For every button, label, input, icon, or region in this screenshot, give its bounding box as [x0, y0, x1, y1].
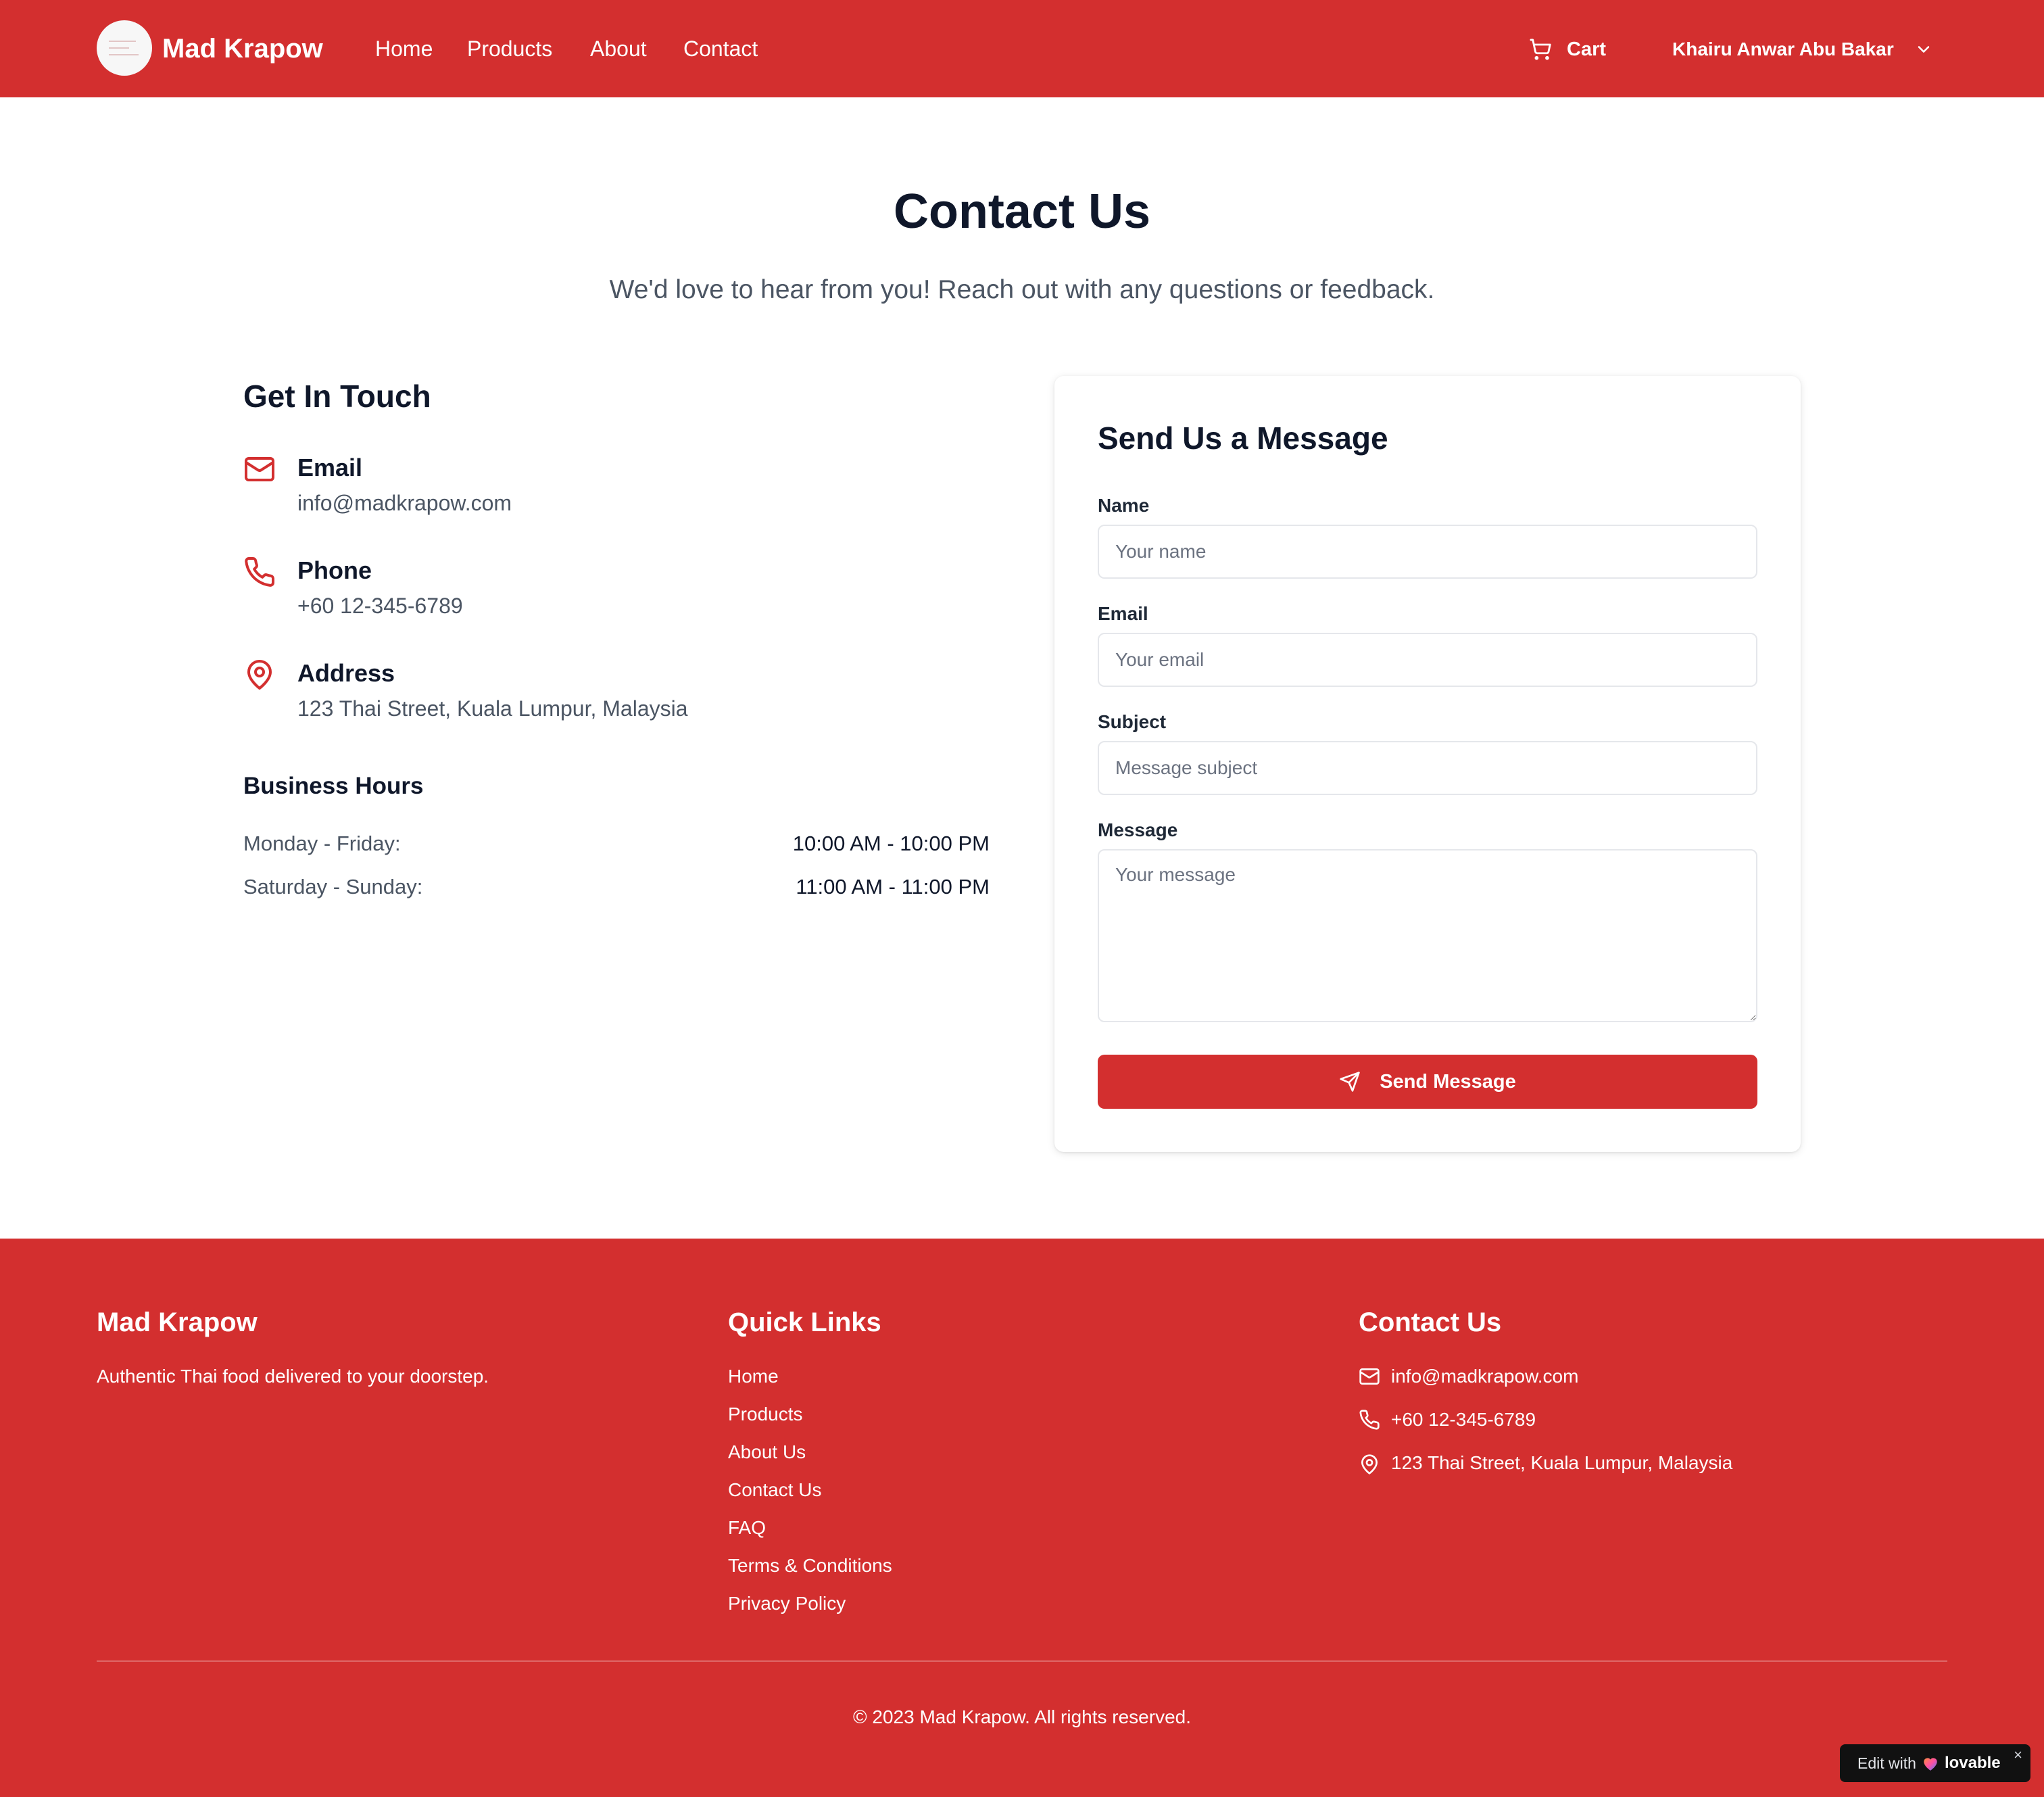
phone-label: Phone — [297, 556, 372, 584]
nav-home[interactable]: Home — [375, 34, 433, 64]
footer-brand: Mad Krapow — [97, 1308, 258, 1337]
footer-link-privacy[interactable]: Privacy Policy — [728, 1591, 846, 1616]
footer-phone[interactable]: +60 12-345-6789 — [1391, 1408, 1536, 1432]
footer-link-products[interactable]: Products — [728, 1402, 803, 1427]
email-value[interactable]: info@madkrapow.com — [297, 489, 512, 517]
hours-weekday-label: Monday - Friday: — [243, 832, 401, 855]
page-subtitle: We'd love to hear from you! Reach out wi… — [609, 275, 1435, 304]
site-header: Mad Krapow Home Products About Contact C… — [0, 0, 2044, 97]
subject-label: Subject — [1098, 711, 1167, 732]
subject-input[interactable] — [1098, 741, 1757, 795]
nav-contact[interactable]: Contact — [683, 34, 758, 64]
quick-links-heading: Quick Links — [728, 1308, 881, 1337]
hours-weekday-time: 10:00 AM - 10:00 PM — [792, 832, 990, 855]
footer-link-contact[interactable]: Contact Us — [728, 1478, 822, 1502]
email-label: Email — [297, 454, 363, 481]
phone-value[interactable]: +60 12-345-6789 — [297, 592, 463, 620]
address-value: 123 Thai Street, Kuala Lumpur, Malaysia — [297, 696, 688, 721]
edit-with-lovable-badge[interactable]: Edit with lovable × — [1840, 1744, 2030, 1782]
footer-link-home[interactable]: Home — [728, 1364, 779, 1389]
map-pin-icon — [1361, 1454, 1378, 1475]
cart-label: Cart — [1567, 38, 1607, 60]
close-icon[interactable]: × — [2014, 1747, 2022, 1763]
user-name: Khairu Anwar Abu Bakar — [1672, 39, 1894, 59]
shopping-cart-icon — [1530, 39, 1551, 60]
chevron-down-icon — [1918, 46, 1930, 53]
badge-prefix: Edit with — [1857, 1754, 1916, 1772]
user-menu[interactable]: Khairu Anwar Abu Bakar — [1672, 35, 1933, 64]
get-in-touch-heading: Get In Touch — [243, 379, 431, 414]
cart-button[interactable]: Cart — [1529, 35, 1606, 64]
mail-icon — [245, 457, 274, 481]
send-message-button[interactable]: Send Message — [1098, 1055, 1757, 1109]
nav-about[interactable]: About — [590, 34, 647, 64]
footer-address: 123 Thai Street, Kuala Lumpur, Malaysia — [1391, 1452, 1733, 1473]
mail-icon — [1359, 1368, 1380, 1385]
form-heading: Send Us a Message — [1098, 421, 1388, 456]
badge-brand: lovable — [1944, 1754, 2001, 1772]
footer-link-about[interactable]: About Us — [728, 1440, 806, 1464]
brand-logo[interactable] — [97, 20, 152, 76]
name-input[interactable] — [1098, 525, 1757, 579]
footer-tagline: Authentic Thai food delivered to your do… — [97, 1366, 489, 1387]
email-field-label: Email — [1098, 603, 1148, 624]
message-textarea[interactable] — [1098, 849, 1757, 1022]
message-label: Message — [1098, 819, 1178, 840]
footer-link-faq[interactable]: FAQ — [728, 1516, 766, 1540]
hours-weekend-time: 11:00 AM - 11:00 PM — [796, 875, 990, 899]
nav-products[interactable]: Products — [467, 34, 552, 64]
footer-contact-heading: Contact Us — [1359, 1308, 1502, 1337]
phone-icon — [1359, 1410, 1380, 1430]
footer-email[interactable]: info@madkrapow.com — [1391, 1364, 1578, 1389]
heart-icon — [1924, 1758, 1937, 1771]
address-label: Address — [297, 659, 395, 687]
footer-link-terms[interactable]: Terms & Conditions — [728, 1554, 892, 1578]
copyright: © 2023 Mad Krapow. All rights reserved. — [853, 1706, 1191, 1727]
name-label: Name — [1098, 495, 1150, 516]
send-message-label: Send Message — [1380, 1070, 1516, 1093]
page-title: Contact Us — [893, 185, 1151, 239]
brand-name[interactable]: Mad Krapow — [162, 32, 323, 65]
hours-weekend-label: Saturday - Sunday: — [243, 875, 423, 899]
footer-divider — [97, 1660, 1947, 1662]
phone-icon — [245, 557, 275, 587]
email-input[interactable] — [1098, 633, 1757, 687]
send-icon — [1340, 1072, 1360, 1092]
map-pin-icon — [247, 660, 272, 690]
business-hours-heading: Business Hours — [243, 773, 424, 799]
